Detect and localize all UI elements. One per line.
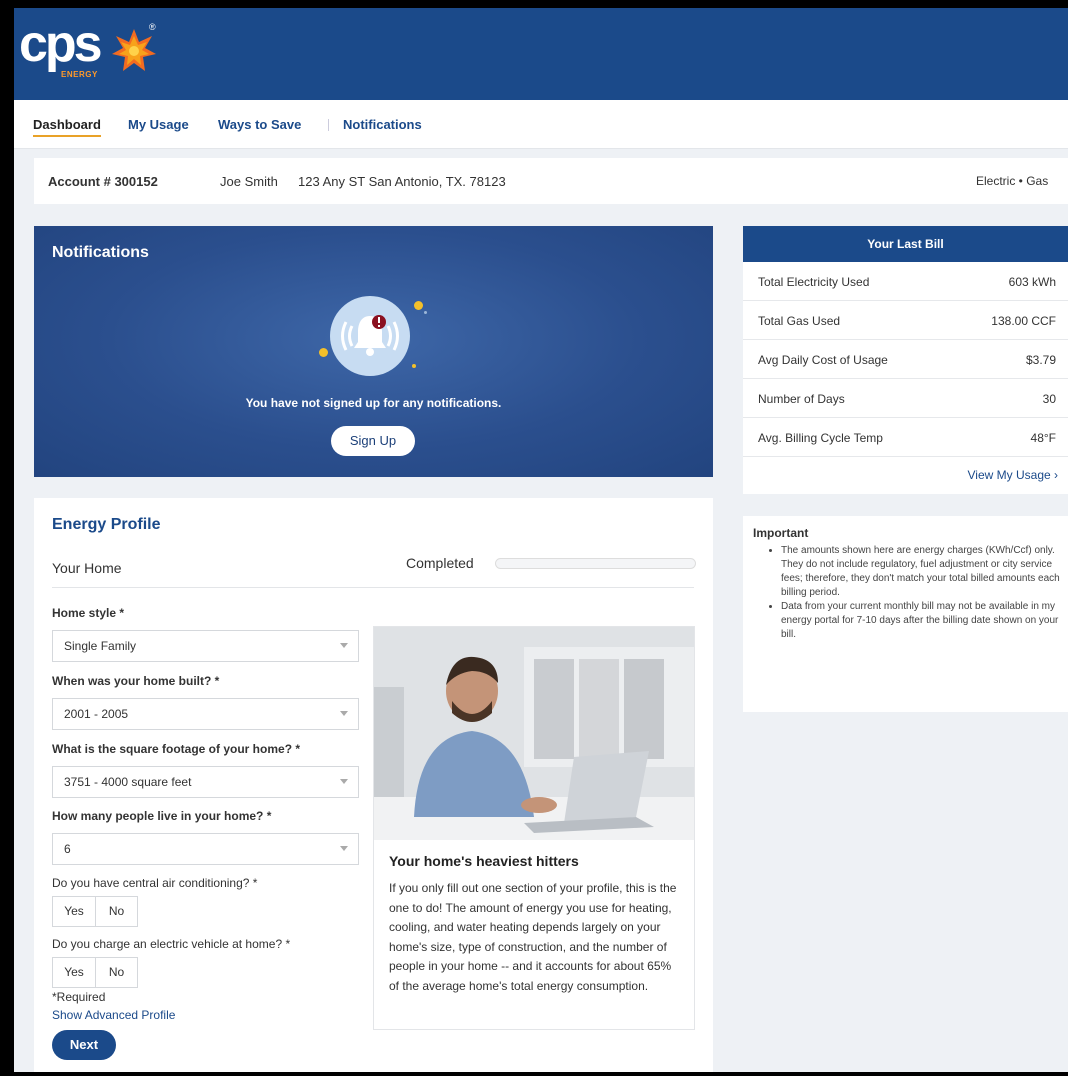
central-ac-toggle: Yes No bbox=[52, 896, 138, 927]
view-my-usage-link[interactable]: View My Usage › bbox=[968, 468, 1058, 482]
occupants-select[interactable]: 6 bbox=[52, 833, 359, 865]
energy-profile-title: Energy Profile bbox=[52, 516, 161, 533]
bill-row: Avg. Billing Cycle Temp 48°F bbox=[743, 418, 1068, 457]
square-footage-value: 3751 - 4000 square feet bbox=[64, 775, 192, 789]
central-ac-no-button[interactable]: No bbox=[96, 897, 137, 926]
bill-row: Total Gas Used 138.00 CCF bbox=[743, 301, 1068, 340]
decor-dot bbox=[319, 348, 328, 357]
show-advanced-profile-link[interactable]: Show Advanced Profile bbox=[52, 1008, 175, 1022]
completion-progress-bar bbox=[495, 558, 696, 569]
last-bill-panel: Your Last Bill Total Electricity Used 60… bbox=[743, 226, 1068, 494]
important-panel: Important The amounts shown here are ene… bbox=[743, 516, 1068, 712]
bill-row: Avg Daily Cost of Usage $3.79 bbox=[743, 340, 1068, 379]
nav-divider bbox=[328, 119, 329, 131]
ev-charging-toggle: Yes No bbox=[52, 957, 138, 988]
central-ac-label: Do you have central air conditioning? * bbox=[52, 876, 258, 890]
bell-alert-icon bbox=[341, 315, 399, 356]
bill-row-value: 48°F bbox=[1030, 431, 1056, 445]
home-style-label: Home style * bbox=[52, 606, 125, 620]
chevron-down-icon bbox=[340, 643, 348, 648]
year-built-label: When was your home built? * bbox=[52, 674, 220, 688]
important-list: The amounts shown here are energy charge… bbox=[761, 544, 1068, 642]
square-footage-label: What is the square footage of your home?… bbox=[52, 742, 301, 756]
nav-my-usage[interactable]: My Usage bbox=[128, 117, 189, 132]
ev-charging-label: Do you charge an electric vehicle at hom… bbox=[52, 937, 291, 951]
central-ac-yes-button[interactable]: Yes bbox=[53, 897, 96, 926]
important-title: Important bbox=[753, 526, 809, 540]
notifications-panel: Notifications You have not signed up for… bbox=[34, 226, 713, 477]
bill-row-value: 603 kWh bbox=[1008, 275, 1056, 289]
completed-label: Completed bbox=[406, 555, 474, 571]
your-home-heading: Your Home bbox=[52, 560, 122, 576]
important-item: Data from your current monthly bill may … bbox=[781, 600, 1068, 642]
account-address: 123 Any ST San Antonio, TX. 78123 bbox=[298, 174, 506, 189]
account-number: Account # 300152 bbox=[48, 174, 158, 189]
divider bbox=[52, 587, 694, 588]
bill-row-value: 30 bbox=[1042, 392, 1056, 406]
decor-dot bbox=[412, 364, 416, 368]
required-note: *Required bbox=[52, 990, 106, 1004]
chevron-down-icon bbox=[340, 779, 348, 784]
top-header: cps ENERGY ® bbox=[14, 8, 1068, 100]
sign-up-button[interactable]: Sign Up bbox=[331, 426, 415, 456]
bill-row-label: Total Electricity Used bbox=[758, 275, 870, 289]
chevron-down-icon bbox=[340, 846, 348, 851]
bell-icon-circle bbox=[330, 296, 410, 376]
nav-dashboard[interactable]: Dashboard bbox=[33, 117, 101, 137]
card-body-text: If you only fill out one section of your… bbox=[389, 881, 677, 993]
ev-charging-yes-button[interactable]: Yes bbox=[53, 958, 96, 987]
home-style-select[interactable]: Single Family bbox=[52, 630, 359, 662]
occupants-label: How many people live in your home? * bbox=[52, 809, 272, 823]
account-services: Electric • Gas bbox=[976, 174, 1049, 188]
nav-notifications[interactable]: Notifications bbox=[343, 117, 422, 132]
bill-row-label: Number of Days bbox=[758, 392, 845, 406]
nav-ways-to-save[interactable]: Ways to Save bbox=[218, 117, 301, 132]
chevron-down-icon bbox=[340, 711, 348, 716]
heaviest-hitters-card: Your home's heaviest hitters If you only… bbox=[373, 626, 695, 1030]
main-nav: Dashboard My Usage Ways to Save Notifica… bbox=[14, 100, 1068, 149]
bill-row-value: 138.00 CCF bbox=[991, 314, 1056, 328]
important-item: The amounts shown here are energy charge… bbox=[781, 544, 1068, 600]
year-built-select[interactable]: 2001 - 2005 bbox=[52, 698, 359, 730]
bill-row-label: Total Gas Used bbox=[758, 314, 841, 328]
logo-subtext: ENERGY bbox=[61, 70, 98, 79]
account-bar: Account # 300152 Joe Smith 123 Any ST Sa… bbox=[34, 158, 1068, 204]
next-button[interactable]: Next bbox=[52, 1030, 116, 1060]
account-holder-name: Joe Smith bbox=[220, 174, 278, 189]
page-frame: cps ENERGY ® Dashboard My Usage Ways to … bbox=[14, 8, 1068, 1072]
bill-row-value: $3.79 bbox=[1025, 353, 1056, 367]
cps-energy-logo[interactable]: cps ENERGY ® bbox=[19, 18, 169, 84]
energy-profile-panel: Energy Profile Your Home Completed Home … bbox=[34, 498, 713, 1072]
bill-row: Total Electricity Used 603 kWh bbox=[743, 262, 1068, 301]
home-style-value: Single Family bbox=[64, 639, 137, 653]
notifications-title: Notifications bbox=[52, 244, 149, 261]
sun-star-icon bbox=[112, 29, 156, 71]
photo-illustration bbox=[374, 627, 694, 840]
ev-charging-no-button[interactable]: No bbox=[96, 958, 137, 987]
last-bill-title: Your Last Bill bbox=[743, 226, 1068, 262]
decor-dot bbox=[424, 311, 427, 314]
card-title: Your home's heaviest hitters bbox=[389, 853, 579, 869]
occupants-value: 6 bbox=[64, 842, 71, 856]
bill-row-label: Avg. Billing Cycle Temp bbox=[758, 431, 883, 445]
man-on-laptop-photo bbox=[374, 627, 694, 840]
bill-row: Number of Days 30 bbox=[743, 379, 1068, 418]
year-built-value: 2001 - 2005 bbox=[64, 707, 129, 721]
decor-dot bbox=[414, 301, 423, 310]
square-footage-select[interactable]: 3751 - 4000 square feet bbox=[52, 766, 359, 798]
bill-row-label: Avg Daily Cost of Usage bbox=[758, 353, 888, 367]
logo-wordmark: cps bbox=[19, 15, 103, 73]
notifications-message: You have not signed up for any notificat… bbox=[245, 396, 502, 410]
registered-mark: ® bbox=[149, 22, 156, 32]
